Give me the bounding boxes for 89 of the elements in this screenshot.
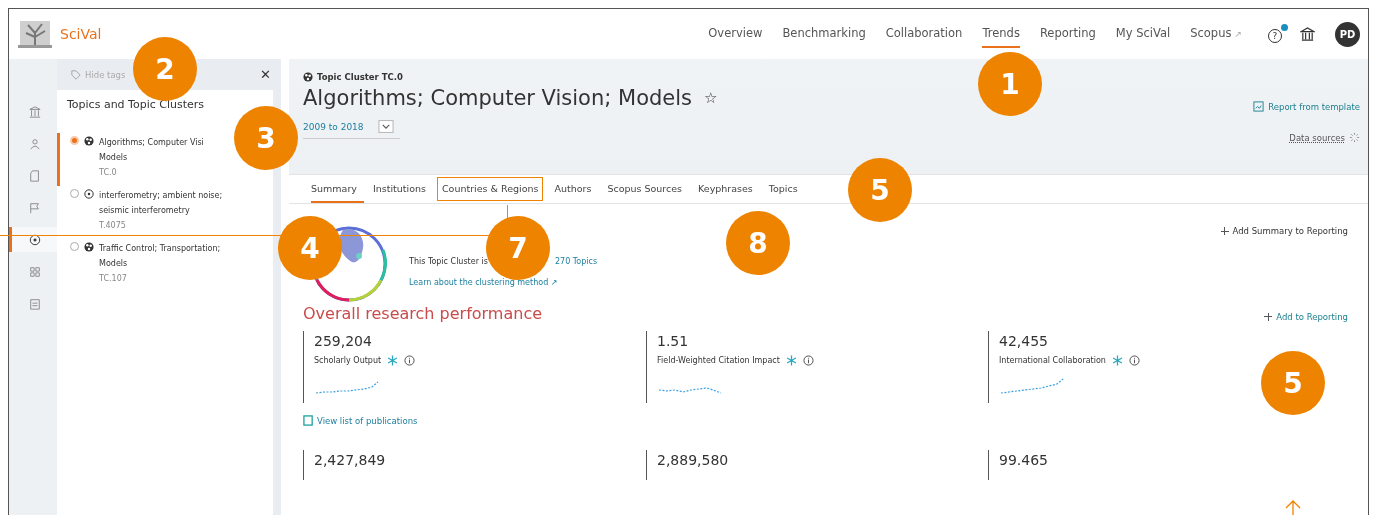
view-publications-link[interactable]: View list of publications: [303, 415, 418, 426]
metric-value: 259,204: [314, 333, 372, 349]
radio-button[interactable]: [70, 136, 79, 145]
tab[interactable]: Topics: [761, 175, 805, 203]
target-icon: [28, 233, 41, 246]
callout-badge: 4: [278, 216, 342, 280]
info-icon[interactable]: [802, 355, 814, 366]
metric-value: 1.51: [657, 333, 689, 349]
user-avatar[interactable]: PD: [1335, 21, 1360, 47]
sparkline: [314, 381, 380, 394]
document-icon: [303, 415, 314, 426]
close-button[interactable]: ✕: [260, 67, 271, 82]
topic-code: TC.0: [99, 167, 118, 179]
cluster-icon: [84, 136, 94, 146]
nav-link[interactable]: Collaboration: [885, 20, 963, 48]
info-icon[interactable]: [1128, 355, 1140, 366]
topic-code: TC.107: [99, 273, 128, 285]
topics-link[interactable]: 270 Topics: [555, 257, 598, 266]
report-icon: [1253, 101, 1265, 112]
tab[interactable]: Institutions: [365, 175, 433, 203]
metric-value: 2,427,849: [314, 452, 386, 468]
callout-badge: 2: [133, 37, 197, 101]
logo-icon: [18, 19, 52, 49]
metric-value: 42,455: [999, 333, 1048, 349]
person-icon: [28, 137, 41, 150]
topic-code: T.4075: [99, 220, 127, 232]
tab[interactable]: Scopus Sources: [600, 175, 690, 203]
nav-link[interactable]: My SciVal: [1115, 20, 1171, 48]
bank-icon: [28, 105, 41, 118]
topic-cluster-label: Topic Cluster TC.0: [303, 71, 718, 82]
topic-name: interferometry; ambient noise;: [99, 190, 223, 202]
nav-link[interactable]: Benchmarking: [782, 20, 866, 48]
topic-list-item[interactable]: Traffic Control; Transportation; Models TC.107: [57, 239, 229, 292]
page-title: Algorithms; Computer Vision; Models: [303, 86, 693, 110]
metric-label: Scholarly Output: [314, 356, 382, 365]
period-dropdown[interactable]: 2009 to 2018: [303, 112, 400, 139]
add-to-reporting-button[interactable]: Add to Reporting: [1264, 311, 1348, 322]
tab[interactable]: Authors: [547, 175, 599, 203]
topic-name: Models: [99, 152, 129, 164]
data-sources-link[interactable]: Data sources: [1289, 132, 1360, 143]
metric-value: 99.465: [999, 452, 1048, 468]
snowflake-icon: [1111, 355, 1123, 366]
metric-label: Field-Weighted Citation Impact: [657, 356, 780, 365]
callout-badge: 8: [726, 211, 790, 275]
callout-line: [507, 205, 508, 219]
callout-badge: 5: [848, 158, 912, 222]
panel-title: Topics and Topic Clusters: [66, 98, 206, 113]
calendar-icon: [28, 297, 41, 310]
snowflake-icon: [785, 355, 797, 366]
clustering-method-link[interactable]: Learn about the clustering method ↗: [409, 278, 1221, 287]
favorite-button[interactable]: ☆: [704, 89, 718, 107]
cluster-icon: [84, 242, 94, 252]
report-link[interactable]: Report from template: [1253, 101, 1360, 112]
metric-label: International Collaboration: [999, 356, 1106, 365]
help-button[interactable]: ?: [1268, 24, 1288, 44]
up-arrow-icon: [1283, 500, 1303, 515]
topic-name: Models: [99, 258, 129, 270]
callout-badge: 5: [1261, 351, 1325, 415]
topic-name: Traffic Control; Transportation;: [99, 243, 221, 255]
nav-link[interactable]: Overview: [708, 20, 763, 48]
cluster-icon: [303, 72, 313, 82]
nav-link[interactable]: Scopus ↗: [1190, 20, 1242, 48]
topic-name: Algorithms; Computer Visi: [99, 137, 204, 149]
institution-icon[interactable]: [1300, 26, 1315, 42]
tag-icon: [71, 69, 81, 80]
topic-name: seismic interferometry: [99, 205, 191, 217]
nav-link[interactable]: Trends: [982, 20, 1020, 48]
spinner-icon: [1349, 132, 1360, 143]
topic-list-item[interactable]: Algorithms; Computer Visi Models TC.0: [57, 133, 212, 186]
external-link-icon: ↗: [1234, 29, 1242, 39]
sparkline: [657, 387, 723, 394]
tab[interactable]: Keyphrases: [691, 175, 760, 203]
document-icon: [28, 169, 41, 182]
flag-icon: [28, 201, 41, 214]
nav-link[interactable]: Reporting: [1039, 20, 1096, 48]
snowflake-icon: [387, 355, 399, 366]
grid-icon: [28, 265, 41, 278]
rail-button[interactable]: [9, 227, 57, 252]
section-title: Overall research performance: [303, 304, 543, 323]
tab[interactable]: Countries & Regions: [434, 175, 546, 203]
tab[interactable]: Summary: [311, 175, 364, 203]
cluster-summary-text: This Topic Cluster is: [409, 257, 489, 266]
add-summary-button[interactable]: Add Summary to Reporting: [1220, 226, 1348, 236]
topic-icon: [84, 189, 94, 199]
topic-list-item[interactable]: interferometry; ambient noise; seismic interferometry T.4075: [57, 186, 231, 239]
sparkline: [999, 378, 1065, 394]
info-icon[interactable]: [404, 355, 416, 366]
metric-value: 2,889,580: [657, 452, 729, 468]
chevron-icon: [377, 120, 394, 133]
